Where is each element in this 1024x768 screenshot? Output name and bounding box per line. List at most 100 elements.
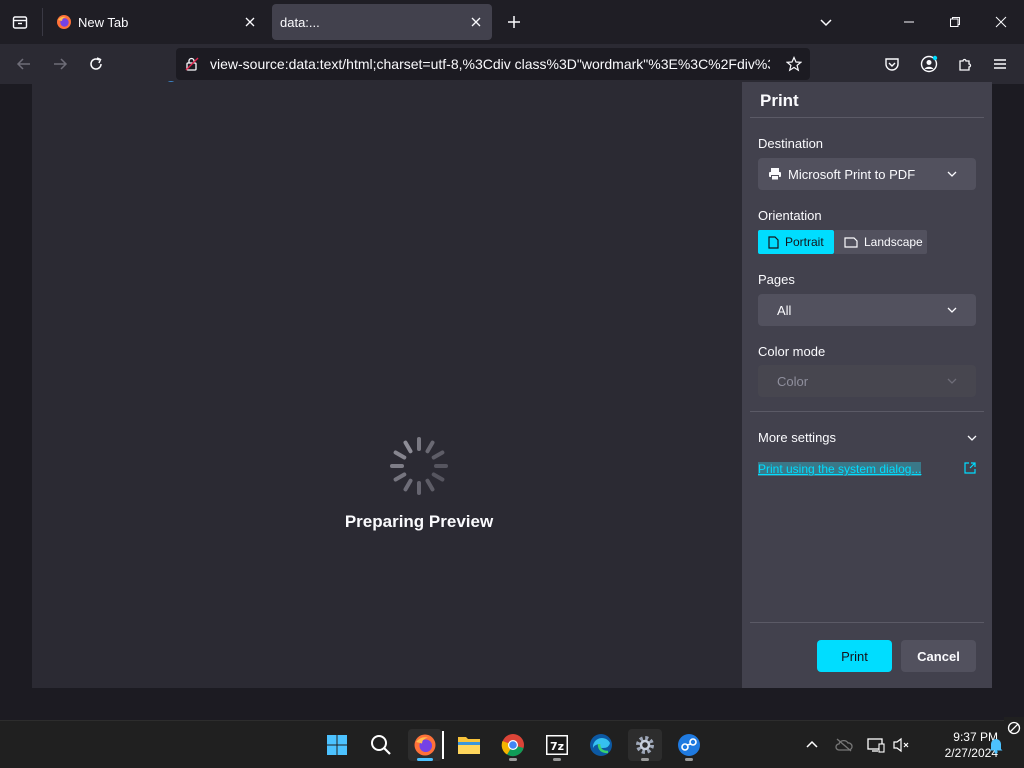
- restore-icon: [950, 17, 960, 27]
- minimize-button[interactable]: [886, 0, 932, 44]
- drag-cursor: [442, 731, 444, 759]
- puzzle-icon: [959, 58, 972, 71]
- close-window-button[interactable]: [978, 0, 1024, 44]
- landscape-page-icon: [844, 236, 858, 248]
- color-mode-select[interactable]: Color: [758, 365, 976, 397]
- chevron-down-icon: [820, 19, 832, 27]
- taskbar-edge[interactable]: [584, 729, 618, 761]
- app-menu-button[interactable]: [988, 52, 1012, 76]
- bell-icon: [989, 739, 1003, 754]
- do-not-disturb-button[interactable]: [1004, 717, 1024, 739]
- insecure-lock-icon: [185, 57, 199, 71]
- tab-new-tab[interactable]: New Tab: [48, 4, 266, 40]
- volume-muted-icon: [893, 737, 909, 753]
- color-mode-label: Color mode: [758, 344, 826, 359]
- taskbar-network-app[interactable]: [672, 729, 706, 761]
- volume-button[interactable]: [892, 735, 912, 755]
- firefox-view-button[interactable]: [8, 10, 32, 34]
- color-mode-value: Color: [777, 373, 809, 389]
- back-button[interactable]: [12, 52, 36, 76]
- pages-label: Pages: [758, 272, 795, 287]
- close-icon: [245, 17, 255, 27]
- edge-icon: [590, 734, 612, 756]
- minimize-icon: [904, 21, 914, 23]
- preview-status-text: Preparing Preview: [344, 512, 494, 531]
- close-tab-button[interactable]: [242, 14, 258, 30]
- more-settings-label: More settings: [758, 430, 837, 445]
- running-indicator: [509, 758, 517, 761]
- forward-button[interactable]: [48, 52, 72, 76]
- landscape-option[interactable]: Landscape: [834, 230, 927, 254]
- reload-button[interactable]: [84, 52, 108, 76]
- running-indicator: [641, 758, 649, 761]
- taskbar-firefox[interactable]: [408, 729, 442, 761]
- arrow-right-icon: [54, 58, 68, 70]
- settings-icon: [636, 736, 654, 754]
- destination-value: Microsoft Print to PDF: [788, 166, 916, 182]
- start-button[interactable]: [320, 729, 354, 761]
- print-settings-panel: Print Destination Microsoft Print to PDF…: [742, 82, 992, 688]
- pages-select[interactable]: All: [758, 294, 976, 326]
- divider: [750, 622, 984, 623]
- destination-select[interactable]: Microsoft Print to PDF: [758, 158, 976, 190]
- chevron-up-icon: [806, 740, 818, 748]
- taskbar-settings[interactable]: [628, 729, 662, 761]
- extensions-button[interactable]: [953, 52, 977, 76]
- tab-title: New Tab: [78, 14, 129, 30]
- plus-icon: [508, 16, 520, 28]
- portrait-label: Portrait: [785, 235, 824, 249]
- pocket-button[interactable]: [880, 52, 904, 76]
- network-app-icon: [678, 734, 700, 756]
- account-icon: [920, 55, 938, 73]
- restore-button[interactable]: [932, 0, 978, 44]
- taskbar-search-button[interactable]: [364, 729, 398, 761]
- tab-data[interactable]: data:...: [272, 4, 492, 40]
- chevron-down-icon: [947, 307, 957, 313]
- firefox-view-icon: [12, 16, 28, 29]
- active-indicator: [417, 758, 433, 761]
- printer-icon: [769, 168, 781, 181]
- taskbar-chrome[interactable]: [496, 729, 530, 761]
- tab-title: data:...: [280, 14, 320, 30]
- firefox-icon: [414, 734, 436, 756]
- close-icon: [471, 17, 481, 27]
- account-button[interactable]: [917, 52, 941, 76]
- new-tab-button[interactable]: [504, 12, 524, 32]
- cancel-button[interactable]: Cancel: [901, 640, 976, 672]
- divider: [750, 117, 984, 118]
- start-icon: [327, 735, 347, 755]
- windows-taskbar: 7z 9:37 PM 2/27/2024: [0, 717, 1024, 768]
- reload-icon: [90, 57, 102, 70]
- list-all-tabs-button[interactable]: [816, 12, 836, 32]
- arrow-left-icon: [16, 58, 30, 70]
- tray-app-button[interactable]: [834, 735, 854, 755]
- bookmark-star-button[interactable]: [784, 54, 804, 74]
- divider: [750, 411, 984, 412]
- more-settings-toggle[interactable]: More settings: [758, 430, 978, 445]
- taskbar-file-explorer[interactable]: [452, 729, 486, 761]
- external-link-icon: [964, 462, 976, 474]
- display-network-icon: [867, 738, 885, 753]
- close-tab-button[interactable]: [468, 14, 484, 30]
- show-hidden-icons-button[interactable]: [802, 735, 822, 755]
- network-status-button[interactable]: [866, 735, 886, 755]
- chevron-down-icon: [967, 435, 977, 441]
- navigation-toolbar: view-source:data:text/html;charset=utf-8…: [0, 44, 1024, 84]
- taskbar-7zip[interactable]: 7z: [540, 729, 574, 761]
- chevron-down-icon: [947, 171, 957, 177]
- portrait-page-icon: [768, 235, 779, 249]
- file-explorer-icon: [458, 737, 480, 754]
- destination-label: Destination: [758, 136, 824, 151]
- system-dialog-link[interactable]: Print using the system dialog...: [758, 462, 922, 476]
- close-icon: [995, 16, 1007, 28]
- address-bar[interactable]: view-source:data:text/html;charset=utf-8…: [176, 48, 810, 80]
- firefox-icon: [57, 15, 71, 29]
- print-panel-title: Print: [760, 91, 799, 110]
- print-button[interactable]: Print: [817, 640, 892, 672]
- portrait-option[interactable]: Portrait: [758, 230, 834, 254]
- notifications-button[interactable]: [986, 735, 1006, 755]
- running-indicator: [685, 758, 693, 761]
- running-indicator: [553, 758, 561, 761]
- 7zip-icon: 7z: [546, 735, 568, 755]
- hamburger-menu-icon: [994, 59, 1006, 69]
